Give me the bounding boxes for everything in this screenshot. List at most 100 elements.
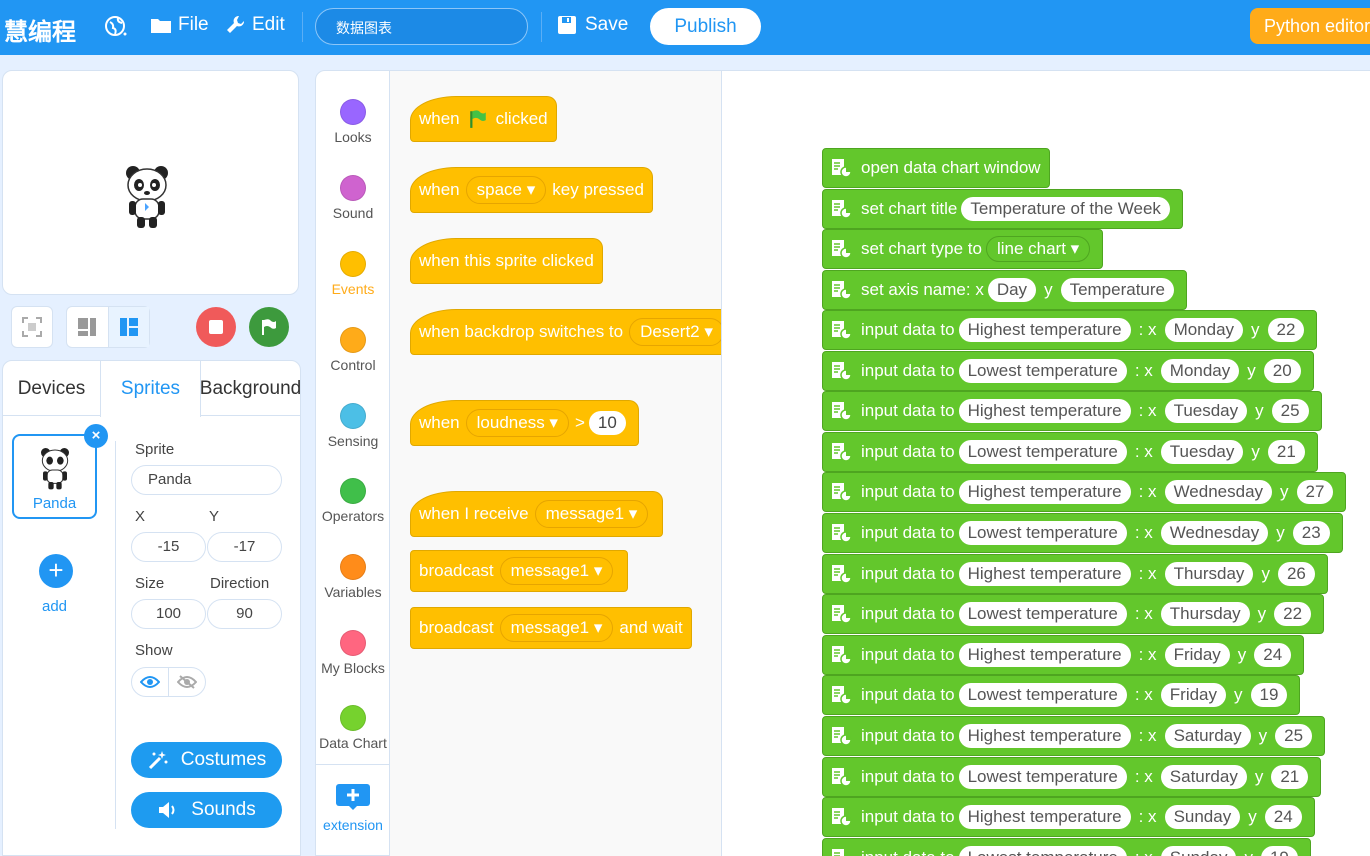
input-data-block[interactable]: input data to Highest temperature: x Wedne… [822, 472, 1347, 513]
script-workspace[interactable]: open data chart window set chart title T… [722, 70, 1370, 856]
message-dropdown[interactable]: message1 ▾ [499, 557, 614, 585]
x-value-input[interactable]: Thursday [1160, 602, 1250, 627]
delete-sprite-button[interactable]: × [84, 424, 108, 448]
series-name-input[interactable]: Lowest temperature [958, 683, 1127, 708]
y-axis-name-input[interactable]: Temperature [1060, 278, 1174, 302]
input-data-block[interactable]: input data to Highest temperature: x Thurs… [822, 553, 1328, 594]
set-chart-title-block[interactable]: set chart title Temperature of the Week [822, 189, 1183, 229]
when-sprite-clicked-block[interactable]: when this sprite clicked [410, 238, 603, 284]
category-control[interactable]: Control [316, 327, 390, 373]
series-name-input[interactable]: Lowest temperature [958, 764, 1127, 789]
backdrop-dropdown[interactable]: Desert2 ▾ [629, 318, 721, 346]
y-value-input[interactable]: 22 [1274, 602, 1312, 627]
series-name-input[interactable]: Lowest temperature [958, 521, 1127, 545]
input-data-block[interactable]: input data to Lowest temperature: x Saturd… [822, 756, 1322, 797]
y-value-input[interactable]: 19 [1250, 683, 1288, 708]
y-value-input[interactable]: 19 [1260, 845, 1298, 856]
x-value-input[interactable]: Friday [1160, 683, 1227, 708]
set-chart-type-block[interactable]: set chart type to line chart ▾ [822, 229, 1104, 269]
series-name-input[interactable]: Highest temperature [958, 805, 1131, 830]
set-axis-name-block[interactable]: set axis name: x Day y Temperature [822, 270, 1187, 310]
category-sound[interactable]: Sound [316, 175, 390, 221]
panda-sprite[interactable] [123, 163, 171, 229]
y-value-input[interactable]: 25 [1271, 399, 1309, 424]
x-value-input[interactable]: Sunday [1164, 805, 1241, 830]
x-value-input[interactable]: Monday [1160, 358, 1240, 383]
x-value-input[interactable]: Saturday [1160, 764, 1247, 789]
input-data-block[interactable]: input data to Highest temperature: x Tuesd… [822, 391, 1322, 432]
show-visible-button[interactable] [132, 668, 169, 696]
tab-devices[interactable]: Devices [3, 361, 100, 417]
loudness-value-input[interactable]: 10 [588, 411, 626, 435]
x-value-input[interactable]: Wednesday [1160, 521, 1269, 545]
message-dropdown[interactable]: message1 ▾ [534, 500, 649, 528]
x-axis-name-input[interactable]: Day [987, 278, 1037, 302]
layout-small-button[interactable] [67, 317, 108, 337]
category-looks[interactable]: Looks [316, 99, 390, 145]
extension-button[interactable]: extension [316, 783, 390, 833]
file-menu[interactable]: File [150, 14, 209, 36]
when-key-pressed-block[interactable]: when space ▾ key pressed [410, 167, 653, 213]
stage[interactable] [2, 70, 299, 295]
x-value-input[interactable]: Sunday [1160, 845, 1237, 856]
green-flag-button[interactable] [249, 307, 289, 347]
y-value-input[interactable]: 21 [1271, 764, 1309, 789]
y-value-input[interactable]: 21 [1267, 439, 1305, 464]
series-name-input[interactable]: Lowest temperature [958, 439, 1127, 464]
when-loudness-block[interactable]: when loudness ▾ > 10 [410, 400, 639, 446]
key-dropdown[interactable]: space ▾ [465, 176, 547, 204]
app-logo[interactable]: 慧编程 [4, 12, 76, 47]
x-value-input[interactable]: Tuesday [1160, 439, 1244, 464]
category-data-chart[interactable]: Data Chart [316, 705, 390, 751]
y-value-input[interactable]: 23 [1292, 521, 1330, 545]
y-value-input[interactable]: 26 [1277, 561, 1315, 586]
category-operators[interactable]: Operators [316, 478, 390, 524]
series-name-input[interactable]: Lowest temperature [958, 845, 1127, 856]
sounds-button[interactable]: Sounds [131, 792, 282, 828]
input-data-block[interactable]: input data to Highest temperature: x Monda… [822, 310, 1318, 350]
publish-button[interactable]: Publish [650, 8, 761, 45]
series-name-input[interactable]: Lowest temperature [958, 358, 1127, 383]
x-value-input[interactable]: Tuesday [1164, 399, 1248, 424]
open-chart-window-block[interactable]: open data chart window [822, 148, 1050, 188]
when-i-receive-block[interactable]: when I receive message1 ▾ [410, 491, 664, 537]
input-data-block[interactable]: input data to Lowest temperature: x Tuesda… [822, 431, 1318, 472]
language-button[interactable] [104, 14, 128, 38]
costumes-button[interactable]: Costumes [131, 742, 282, 778]
y-value-input[interactable]: 24 [1264, 805, 1302, 830]
when-backdrop-switches-block[interactable]: when backdrop switches to Desert2 ▾ [410, 309, 721, 355]
layout-large-button[interactable] [107, 307, 149, 347]
broadcast-block[interactable]: broadcast message1 ▾ [410, 550, 629, 592]
x-value-input[interactable]: Monday [1164, 318, 1244, 342]
size-input[interactable]: 100 [131, 599, 206, 629]
category-variables[interactable]: Variables [316, 554, 390, 600]
broadcast-and-wait-block[interactable]: broadcast message1 ▾ and wait [410, 607, 692, 649]
y-value-input[interactable]: 22 [1267, 318, 1305, 342]
category-sensing[interactable]: Sensing [316, 403, 390, 449]
y-input[interactable]: -17 [207, 532, 282, 562]
category-events[interactable]: Events [316, 251, 390, 297]
save-button[interactable]: Save [557, 14, 628, 36]
input-data-block[interactable]: input data to Lowest temperature: x Wednes… [822, 513, 1343, 553]
category-my-blocks[interactable]: My Blocks [316, 630, 390, 676]
project-name-input[interactable]: 数据图表 [315, 8, 528, 45]
input-data-block[interactable]: input data toLowest temperature: x Sunday… [822, 837, 1311, 856]
input-data-block[interactable]: input data to Highest temperature: x Sunda… [822, 797, 1315, 838]
show-hidden-button[interactable] [169, 668, 205, 696]
tab-sprites[interactable]: Sprites [100, 361, 201, 417]
sensor-dropdown[interactable]: loudness ▾ [465, 409, 569, 437]
input-data-block[interactable]: input data to Highest temperature: x Satur… [822, 716, 1326, 756]
sprite-thumbnail[interactable]: Panda [12, 434, 97, 519]
x-input[interactable]: -15 [131, 532, 206, 562]
edit-menu[interactable]: Edit [226, 14, 285, 36]
input-data-block[interactable]: input data to Lowest temperature: x Friday… [822, 675, 1301, 716]
series-name-input[interactable]: Highest temperature [958, 561, 1131, 586]
direction-input[interactable]: 90 [207, 599, 282, 629]
x-value-input[interactable]: Saturday [1164, 724, 1251, 748]
python-editor-button[interactable]: Python editor [1250, 8, 1370, 44]
series-name-input[interactable]: Lowest temperature [958, 602, 1127, 627]
when-flag-clicked-block[interactable]: when clicked [410, 96, 557, 142]
small-stage-button[interactable] [11, 306, 53, 348]
x-value-input[interactable]: Thursday [1164, 561, 1254, 586]
input-data-block[interactable]: input data to Highest temperature: x Frida… [822, 634, 1305, 675]
